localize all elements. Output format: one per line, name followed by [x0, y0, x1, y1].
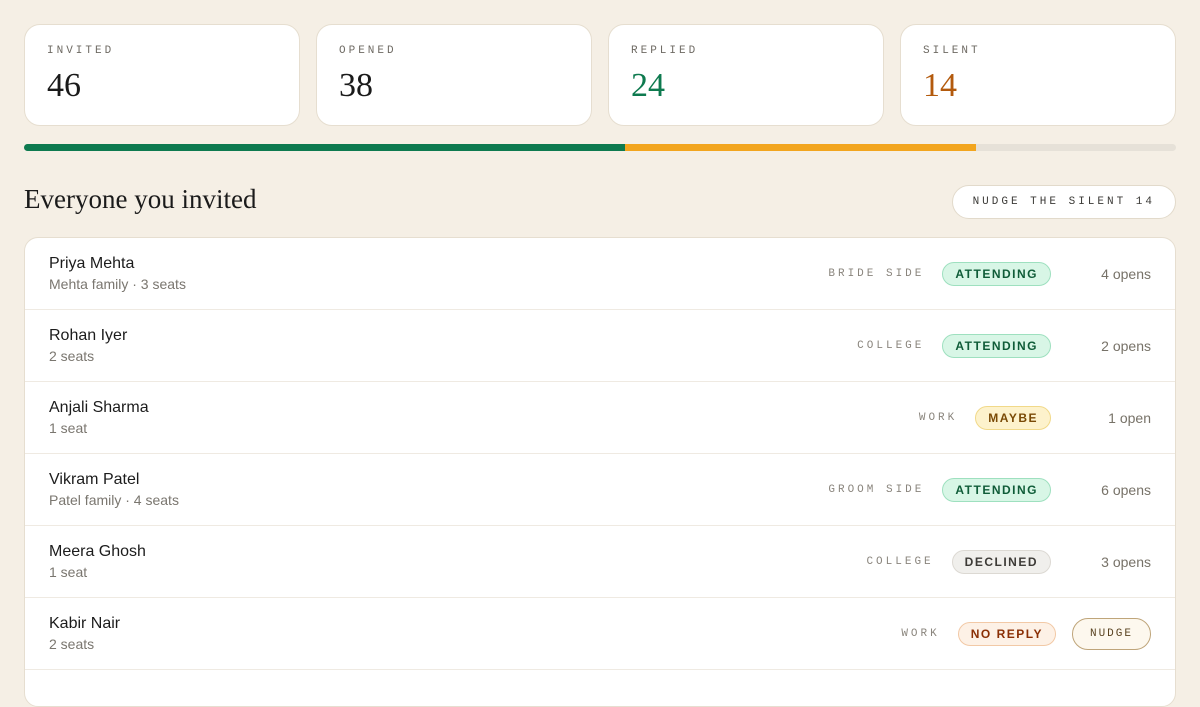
guest-list: Priya Mehta Mehta family · 3 seats BRIDE S… [24, 237, 1176, 707]
status-badge: DECLINED [951, 549, 1051, 574]
stat-value-invited: 46 [47, 67, 81, 104]
guest-detail: 2 seats [49, 636, 95, 652]
stat-card-silent: SILENT 14 [900, 24, 1176, 126]
open-count: 3 opens [1101, 553, 1151, 570]
guest-name: Rohan Iyer [49, 327, 128, 344]
guest-detail: 1 seat [49, 420, 88, 436]
guest-row[interactable]: Kabir Nair 2 seats WORK NO REPLY NUDGE [25, 598, 1175, 670]
guest-group-tag: COLLEGE [866, 555, 934, 568]
guest-meta: WORK MAYBE 1 open [919, 382, 1151, 453]
guest-detail: Mehta family · 3 seats [49, 276, 186, 292]
status-badge: ATTENDING [942, 261, 1051, 286]
guest-detail: 2 seats [49, 348, 95, 364]
stat-value-opened: 38 [339, 67, 373, 104]
guest-row[interactable]: Vikram Patel Patel family · 4 seats GROOM … [25, 454, 1175, 526]
stats-row: INVITED 46 OPENED 38 REPLIED 24 SILENT 1… [24, 24, 1176, 126]
progress-segment-opened [625, 144, 976, 151]
response-progress-bar [24, 144, 1176, 151]
guest-row[interactable]: Anjali Sharma 1 seat WORK MAYBE 1 open [25, 382, 1175, 454]
status-badge: NO REPLY [957, 621, 1056, 646]
stat-label-silent: SILENT [923, 45, 981, 57]
guest-name: Meera Ghosh [49, 543, 146, 560]
stat-label-opened: OPENED [339, 45, 397, 57]
guest-detail: 1 seat [49, 564, 88, 580]
guest-name: Kabir Nair [49, 615, 121, 632]
guest-detail: Patel family · 4 seats [49, 492, 179, 508]
stat-card-opened: OPENED 38 [316, 24, 592, 126]
progress-segment-replied [24, 144, 626, 151]
guest-name: Vikram Patel [49, 471, 140, 488]
guest-meta: COLLEGE DECLINED 3 opens [866, 526, 1151, 597]
stat-label-invited: INVITED [47, 45, 115, 57]
nudge-silent-button[interactable]: NUDGE THE SILENT 14 [951, 185, 1176, 219]
guest-meta: WORK NO REPLY NUDGE [901, 598, 1151, 669]
guest-group-tag: WORK [918, 411, 958, 424]
open-count: 1 open [1108, 409, 1151, 426]
guest-group-tag: COLLEGE [857, 339, 925, 352]
status-badge: ATTENDING [942, 477, 1051, 502]
stat-label-replied: REPLIED [631, 45, 699, 57]
stat-card-invited: INVITED 46 [24, 24, 300, 126]
guest-group-tag: BRIDE SIDE [828, 267, 925, 280]
section-title: Everyone you invited [24, 184, 257, 214]
stat-value-silent: 14 [923, 67, 957, 104]
stat-value-replied: 24 [631, 67, 665, 104]
status-badge: MAYBE [975, 405, 1051, 430]
nudge-button[interactable]: NUDGE [1071, 617, 1151, 650]
guest-row[interactable]: Priya Mehta Mehta family · 3 seats BRIDE S… [25, 238, 1175, 310]
guest-group-tag: WORK [901, 627, 940, 640]
guest-meta: BRIDE SIDE ATTENDING 4 opens [828, 238, 1151, 309]
guest-meta: COLLEGE ATTENDING 2 opens [857, 310, 1151, 381]
guest-name: Priya Mehta [49, 255, 135, 272]
guest-group-tag: GROOM SIDE [828, 483, 925, 496]
open-count: 2 opens [1101, 337, 1151, 354]
status-badge: ATTENDING [942, 333, 1051, 358]
open-count: 4 opens [1101, 265, 1151, 282]
guest-name: Anjali Sharma [49, 399, 149, 416]
stat-card-replied: REPLIED 24 [608, 24, 884, 126]
guest-meta: GROOM SIDE ATTENDING 6 opens [828, 454, 1151, 525]
guest-row[interactable]: Meera Ghosh 1 seat COLLEGE DECLINED 3 opens [25, 526, 1175, 598]
open-count: 6 opens [1101, 481, 1151, 498]
guest-row[interactable]: Rohan Iyer 2 seats COLLEGE ATTENDING 2 opens [25, 310, 1175, 382]
